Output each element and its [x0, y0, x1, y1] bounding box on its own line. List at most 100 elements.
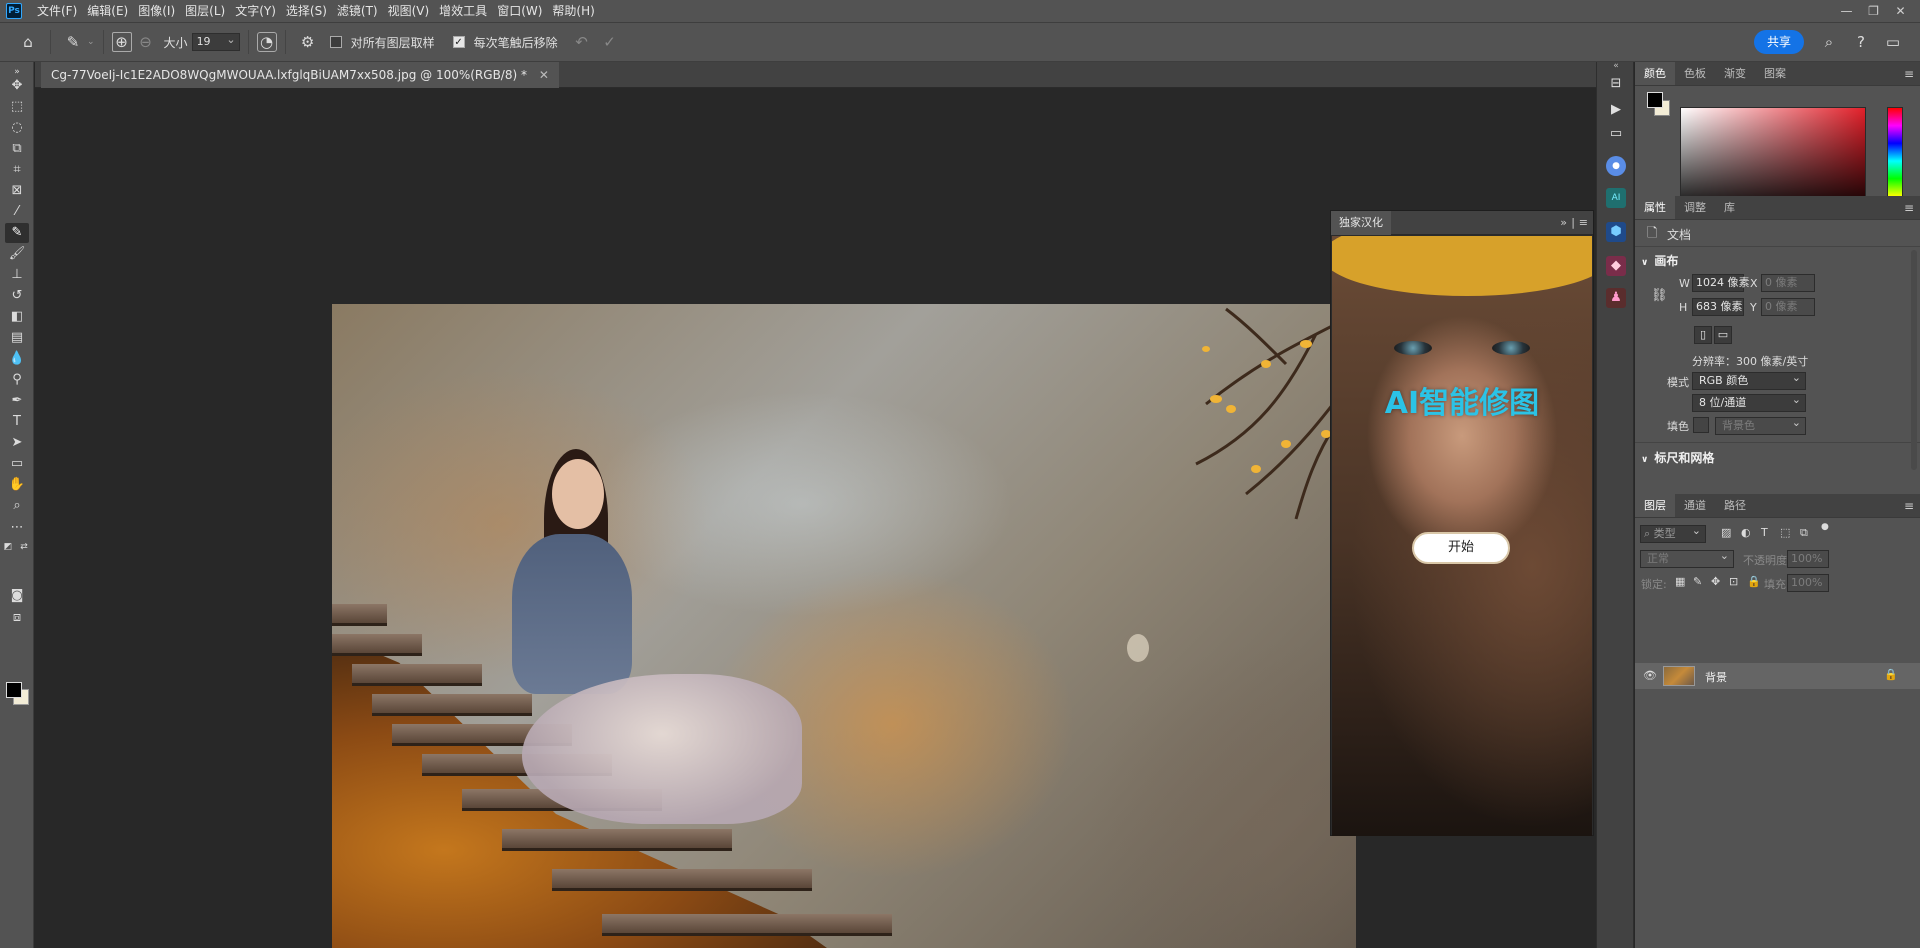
beauty-plugin-icon[interactable]: ◆	[1606, 256, 1626, 276]
workspace-icon[interactable]: ▭	[1880, 29, 1906, 55]
lock-all-icon[interactable]: 🔒	[1747, 575, 1761, 588]
start-button[interactable]: 开始	[1412, 532, 1510, 564]
document-image[interactable]	[332, 304, 1356, 948]
tab-patterns[interactable]: 图案	[1755, 62, 1795, 85]
foreground-color-swatch[interactable]	[6, 682, 22, 698]
zoom-tool-icon[interactable]: ⌕	[5, 496, 29, 516]
collapse-arrows-icon[interactable]: «	[1606, 56, 1626, 76]
pressure-icon[interactable]: ◔	[256, 32, 277, 52]
menu-file[interactable]: 文件(F)	[32, 0, 82, 22]
canvas-section-header[interactable]: ∨ 画布	[1641, 252, 1678, 269]
lock-image-icon[interactable]: ✎	[1693, 575, 1702, 588]
frame-tool-icon[interactable]: ⊠	[5, 181, 29, 201]
layer-row[interactable]: 👁 背景 🔒	[1635, 663, 1920, 689]
landscape-orientation-icon[interactable]: ▭	[1714, 326, 1732, 344]
filter-shape-icon[interactable]: ⬚	[1780, 526, 1790, 539]
history-brush-tool-icon[interactable]: ↺	[5, 286, 29, 306]
remove-after-stroke-checkbox[interactable]: ✓	[452, 36, 465, 48]
lasso-tool-icon[interactable]: ◌	[5, 118, 29, 138]
tab-paths[interactable]: 路径	[1715, 494, 1755, 517]
menu-filter[interactable]: 滤镜(T)	[332, 0, 383, 22]
tab-adjustments[interactable]: 调整	[1675, 196, 1715, 219]
gear-icon[interactable]: ⚙	[294, 28, 322, 56]
properties-panel-menu-icon[interactable]: ≡	[1904, 196, 1914, 220]
tab-properties[interactable]: 属性	[1635, 196, 1675, 219]
rectangle-tool-icon[interactable]: ▭	[5, 454, 29, 474]
properties-scrollbar[interactable]	[1911, 250, 1917, 470]
plugin-tab[interactable]: 独家汉化	[1331, 211, 1391, 235]
lock-position-icon[interactable]: ✥	[1711, 575, 1720, 588]
subtract-selection-icon[interactable]: ⊖	[132, 28, 160, 56]
confirm-check-icon[interactable]: ✓	[596, 28, 624, 56]
filter-pixel-icon[interactable]: ▨	[1721, 526, 1731, 539]
pen-tool-icon[interactable]: ✒	[5, 391, 29, 411]
filter-type-icon[interactable]: T	[1761, 526, 1768, 539]
tab-channels[interactable]: 通道	[1675, 494, 1715, 517]
move-tool-icon[interactable]: ✥	[5, 76, 29, 96]
visibility-eye-icon[interactable]: 👁	[1643, 669, 1657, 682]
menu-type[interactable]: 文字(Y)	[230, 0, 281, 22]
size-input[interactable]: 19	[191, 32, 240, 51]
ai-plugin-icon[interactable]: AI	[1606, 188, 1626, 208]
menu-image[interactable]: 图像(I)	[133, 0, 180, 22]
spot-healing-brush-icon[interactable]: ✎	[59, 28, 87, 56]
menu-plugins[interactable]: 增效工具	[434, 0, 492, 22]
type-tool-icon[interactable]: T	[5, 412, 29, 432]
hexagon-plugin-icon[interactable]: ⬢	[1606, 222, 1626, 242]
add-to-selection-icon[interactable]: ⊕	[111, 32, 132, 52]
gradient-tool-icon[interactable]: ▤	[5, 328, 29, 348]
swap-colors-icon[interactable]: ⇄	[18, 537, 30, 557]
home-icon[interactable]: ⌂	[14, 28, 42, 56]
width-input[interactable]: 1024 像素	[1692, 274, 1750, 292]
lock-transparent-icon[interactable]: ▦	[1675, 575, 1685, 588]
search-icon[interactable]: ⌕	[1816, 29, 1842, 55]
layers-panel-menu-icon[interactable]: ≡	[1904, 494, 1914, 518]
sphere-plugin-icon[interactable]: ●	[1606, 156, 1626, 176]
collapse-panel-icon[interactable]: »	[1560, 211, 1567, 235]
menu-layer[interactable]: 图层(L)	[180, 0, 230, 22]
menu-edit[interactable]: 编辑(E)	[82, 0, 133, 22]
spot-healing-tool-icon[interactable]: ✎	[5, 223, 29, 243]
lock-artboard-icon[interactable]: ⊡	[1729, 575, 1738, 588]
color-panel-menu-icon[interactable]: ≡	[1904, 62, 1914, 86]
close-icon[interactable]: ✕	[1887, 0, 1914, 22]
marquee-tool-icon[interactable]: ⬚	[5, 97, 29, 117]
height-input[interactable]: 683 像素	[1692, 298, 1744, 316]
crop-tool-icon[interactable]: ⌗	[5, 160, 29, 180]
menu-select[interactable]: 选择(S)	[281, 0, 332, 22]
history-panel-icon[interactable]: ⊟	[1606, 74, 1626, 94]
filter-adjustment-icon[interactable]: ◐	[1741, 526, 1751, 539]
share-button[interactable]: 共享	[1754, 30, 1804, 54]
link-icon[interactable]: ⛓	[1651, 288, 1668, 303]
eraser-tool-icon[interactable]: ◧	[5, 307, 29, 327]
eyedropper-tool-icon[interactable]: ⁄	[5, 202, 29, 222]
menu-help[interactable]: 帮助(H)	[547, 0, 599, 22]
actions-play-icon[interactable]: ▶	[1606, 100, 1626, 120]
brush-tool-icon[interactable]: 🖌	[5, 244, 29, 264]
portrait-orientation-icon[interactable]: ▯	[1694, 326, 1712, 344]
bit-depth-select[interactable]: 8 位/通道	[1692, 392, 1806, 412]
dodge-tool-icon[interactable]: ⚲	[5, 370, 29, 390]
panel-menu-icon[interactable]: ≡	[1579, 211, 1588, 235]
menu-view[interactable]: 视图(V)	[383, 0, 435, 22]
stamp-tool-icon[interactable]: ⊥	[5, 265, 29, 285]
minimize-icon[interactable]: —	[1833, 0, 1860, 22]
tab-libraries[interactable]: 库	[1715, 196, 1744, 219]
tool-preset-chevron-icon[interactable]: ⌄	[87, 37, 95, 47]
tab-gradients[interactable]: 渐变	[1715, 62, 1755, 85]
path-selection-tool-icon[interactable]: ➤	[5, 433, 29, 453]
rulers-section-header[interactable]: ∨ 标尺和网格	[1641, 449, 1714, 466]
help-icon[interactable]: ?	[1848, 29, 1874, 55]
restore-icon[interactable]: ❐	[1860, 0, 1887, 22]
tab-swatches[interactable]: 色板	[1675, 62, 1715, 85]
tab-layers[interactable]: 图层	[1635, 494, 1675, 517]
layer-filter-select[interactable]: ⌕ 类型	[1640, 523, 1706, 543]
default-colors-icon[interactable]: ◩	[2, 537, 14, 557]
hand-tool-icon[interactable]: ✋	[5, 475, 29, 495]
object-selection-tool-icon[interactable]: ⧉	[5, 139, 29, 159]
fill-color-swatch[interactable]	[1693, 417, 1709, 433]
comments-icon[interactable]: ▭	[1606, 124, 1626, 144]
figure-plugin-icon[interactable]: ♟	[1606, 288, 1626, 308]
menu-window[interactable]: 窗口(W)	[492, 0, 547, 22]
quick-mask-icon[interactable]: ◙	[5, 586, 29, 606]
